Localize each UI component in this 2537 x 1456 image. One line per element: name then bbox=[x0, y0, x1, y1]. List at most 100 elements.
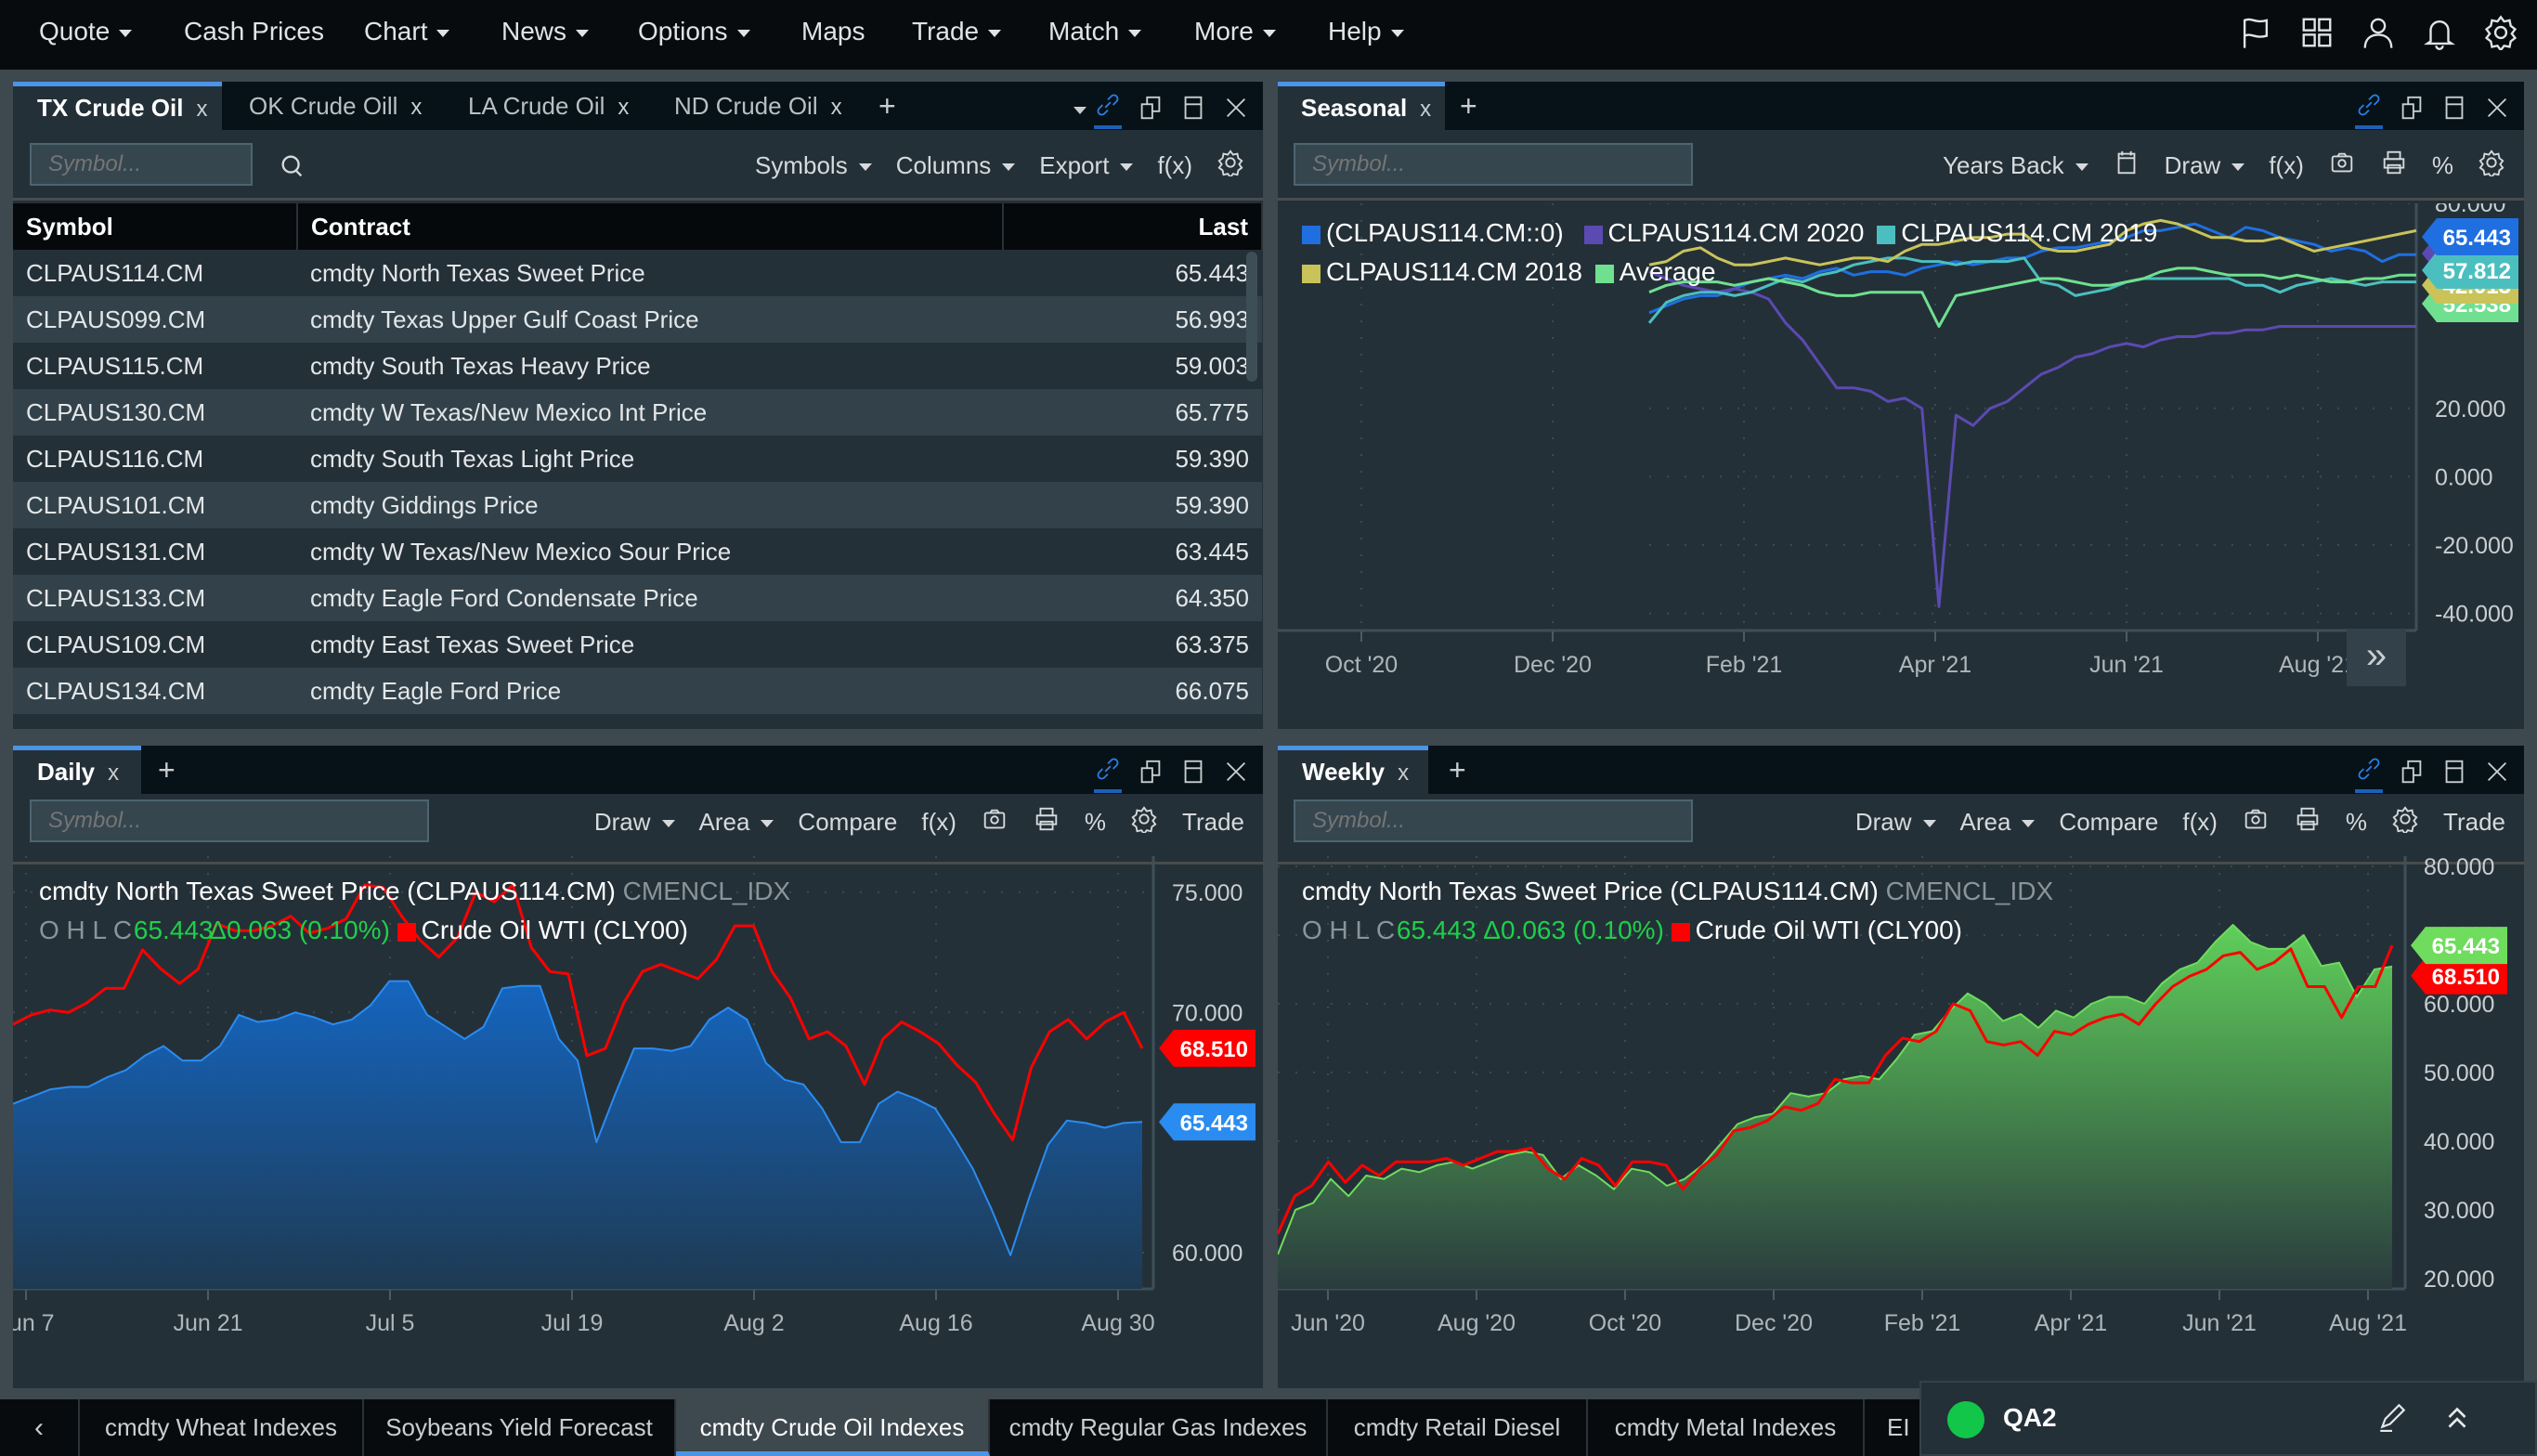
table-row[interactable]: CLPAUS133.CM cmdty Eagle Ford Condensate … bbox=[13, 575, 1262, 621]
close-tab-icon[interactable]: x bbox=[410, 95, 422, 120]
legend-item[interactable]: CLPAUS114.CM 2019 bbox=[1877, 218, 2157, 247]
add-tab-button[interactable]: + bbox=[158, 753, 176, 787]
popout-icon[interactable] bbox=[2398, 94, 2426, 126]
nav-news[interactable]: News bbox=[501, 17, 590, 46]
camera-icon[interactable] bbox=[981, 805, 1008, 839]
table-row[interactable]: CLPAUS114.CM cmdty North Texas Sweet Pric… bbox=[13, 250, 1262, 296]
maximize-icon[interactable] bbox=[2440, 758, 2468, 790]
symbol-input[interactable] bbox=[1294, 143, 1693, 186]
calendar-icon[interactable] bbox=[2113, 149, 2140, 183]
compare-button[interactable]: Compare bbox=[798, 808, 897, 837]
workspace-tab[interactable]: cmdty Wheat Indexes bbox=[80, 1399, 364, 1456]
legend-item[interactable]: CLPAUS114.CM 2020 bbox=[1583, 218, 1865, 247]
draw-dropdown[interactable]: Draw bbox=[594, 808, 675, 837]
bell-icon[interactable] bbox=[2422, 15, 2457, 55]
compare-label[interactable]: Crude Oil WTI (CLY00) bbox=[1696, 916, 1962, 944]
nav-trade[interactable]: Trade bbox=[912, 17, 1002, 46]
fx-button[interactable]: f(x) bbox=[2182, 808, 2218, 837]
table-row[interactable]: CLPAUS116.CM cmdty South Texas Light Pric… bbox=[13, 436, 1262, 482]
daily-chart[interactable]: 75.000 70.000 60.000 Jun 7 Jun 21 Jul 5 Jul 19… bbox=[0, 856, 1263, 1388]
close-tab-icon[interactable]: x bbox=[108, 760, 119, 786]
flag-icon[interactable] bbox=[2238, 15, 2273, 55]
user-icon[interactable] bbox=[2361, 15, 2396, 55]
fx-button[interactable]: f(x) bbox=[2269, 151, 2304, 180]
camera-icon[interactable] bbox=[2328, 149, 2356, 183]
workspace-tab[interactable]: cmdty Metal Indexes bbox=[1588, 1399, 1865, 1456]
workspace-tab-active[interactable]: cmdty Crude Oil Indexes bbox=[676, 1399, 990, 1456]
add-tab-button[interactable]: + bbox=[1460, 89, 1477, 124]
table-row[interactable]: CLPAUS131.CM cmdty W Texas/New Mexico Sou… bbox=[13, 528, 1262, 575]
column-header-last[interactable]: Last bbox=[1003, 203, 1263, 250]
symbol-input[interactable] bbox=[1294, 800, 1693, 842]
camera-icon[interactable] bbox=[2242, 805, 2270, 839]
close-panel-icon[interactable] bbox=[1222, 758, 1250, 790]
compare-button[interactable]: Compare bbox=[2059, 808, 2158, 837]
tab-daily[interactable]: Daily x bbox=[13, 746, 141, 794]
workspace-tab[interactable]: Soybeans Yield Forecast bbox=[364, 1399, 676, 1456]
close-panel-icon[interactable] bbox=[2483, 758, 2511, 790]
tab-nd-crude-oil[interactable]: ND Crude Oil x bbox=[674, 82, 842, 130]
add-tab-button[interactable]: + bbox=[1449, 753, 1466, 787]
popout-icon[interactable] bbox=[1137, 94, 1164, 126]
maximize-icon[interactable] bbox=[2440, 94, 2468, 126]
nav-maps[interactable]: Maps bbox=[801, 17, 865, 46]
gear-icon[interactable] bbox=[2391, 805, 2419, 839]
percent-button[interactable]: % bbox=[2432, 151, 2453, 180]
table-row[interactable]: CLPAUS109.CM cmdty East Texas Sweet Price… bbox=[13, 621, 1262, 668]
print-icon[interactable] bbox=[1033, 805, 1060, 839]
chart-type-dropdown[interactable]: Area bbox=[699, 808, 774, 837]
table-row[interactable]: CLPAUS099.CM cmdty Texas Upper Gulf Coast… bbox=[13, 296, 1262, 343]
nav-more[interactable]: More bbox=[1194, 17, 1276, 46]
gear-icon[interactable] bbox=[2483, 15, 2518, 55]
fx-button[interactable]: f(x) bbox=[921, 808, 956, 837]
draw-dropdown[interactable]: Draw bbox=[2165, 151, 2245, 180]
workspace-tab[interactable]: cmdty Regular Gas Indexes bbox=[990, 1399, 1328, 1456]
close-tab-icon[interactable]: x bbox=[1398, 760, 1409, 786]
tab-weekly[interactable]: Weekly x bbox=[1278, 746, 1428, 794]
legend-item[interactable]: CLPAUS114.CM 2018 bbox=[1302, 257, 1582, 286]
gear-icon[interactable] bbox=[2478, 149, 2505, 183]
export-dropdown[interactable]: Export bbox=[1039, 151, 1134, 180]
fx-button[interactable]: f(x) bbox=[1157, 151, 1192, 180]
tab-ok-crude-oil[interactable]: OK Crude Oill x bbox=[249, 82, 422, 130]
trade-button[interactable]: Trade bbox=[2443, 808, 2505, 837]
percent-button[interactable]: % bbox=[2346, 808, 2367, 837]
table-row[interactable]: CLPAUS130.CM cmdty W Texas/New Mexico Int… bbox=[13, 389, 1262, 436]
nav-cash-prices[interactable]: Cash Prices bbox=[184, 17, 324, 46]
scroll-to-latest-button[interactable]: » bbox=[2347, 629, 2406, 686]
close-tab-icon[interactable]: x bbox=[1420, 97, 1431, 122]
chart-type-dropdown[interactable]: Area bbox=[1960, 808, 2036, 837]
tab-seasonal[interactable]: Seasonal x bbox=[1278, 82, 1445, 130]
columns-dropdown[interactable]: Columns bbox=[896, 151, 1016, 180]
table-row[interactable]: CLPAUS134.CM cmdty Eagle Ford Price 66.075 bbox=[13, 668, 1262, 714]
nav-chart[interactable]: Chart bbox=[364, 17, 450, 46]
gear-icon[interactable] bbox=[1216, 149, 1244, 183]
add-tab-button[interactable]: + bbox=[878, 89, 896, 124]
close-panel-icon[interactable] bbox=[2483, 94, 2511, 126]
close-panel-icon[interactable] bbox=[1222, 94, 1250, 126]
link-icon[interactable] bbox=[1094, 91, 1122, 129]
table-row[interactable]: CLPAUS115.CM cmdty South Texas Heavy Pric… bbox=[13, 343, 1262, 389]
vertical-scrollbar[interactable] bbox=[1246, 252, 1257, 382]
search-icon[interactable] bbox=[279, 152, 306, 185]
close-tab-icon[interactable]: x bbox=[831, 95, 842, 120]
symbol-input[interactable] bbox=[30, 800, 429, 842]
column-header-symbol[interactable]: Symbol bbox=[13, 203, 298, 250]
nav-help[interactable]: Help bbox=[1328, 17, 1404, 46]
percent-button[interactable]: % bbox=[1085, 808, 1106, 837]
maximize-icon[interactable] bbox=[1179, 94, 1207, 126]
tab-overflow-dropdown[interactable] bbox=[1073, 106, 1086, 114]
tab-la-crude-oil[interactable]: LA Crude Oil x bbox=[468, 82, 629, 130]
scroll-left-button[interactable]: ‹ bbox=[0, 1399, 80, 1456]
compare-label[interactable]: Crude Oil WTI (CLY00) bbox=[422, 916, 688, 944]
print-icon[interactable] bbox=[2380, 149, 2408, 183]
nav-quote[interactable]: Quote bbox=[39, 17, 133, 46]
close-tab-icon[interactable]: x bbox=[618, 95, 629, 120]
gear-icon[interactable] bbox=[1130, 805, 1158, 839]
print-icon[interactable] bbox=[2294, 805, 2322, 839]
legend-item[interactable]: Average bbox=[1594, 257, 1716, 286]
nav-match[interactable]: Match bbox=[1048, 17, 1142, 46]
close-tab-icon[interactable]: x bbox=[196, 97, 207, 122]
link-icon[interactable] bbox=[2355, 755, 2383, 793]
draw-dropdown[interactable]: Draw bbox=[1855, 808, 1936, 837]
